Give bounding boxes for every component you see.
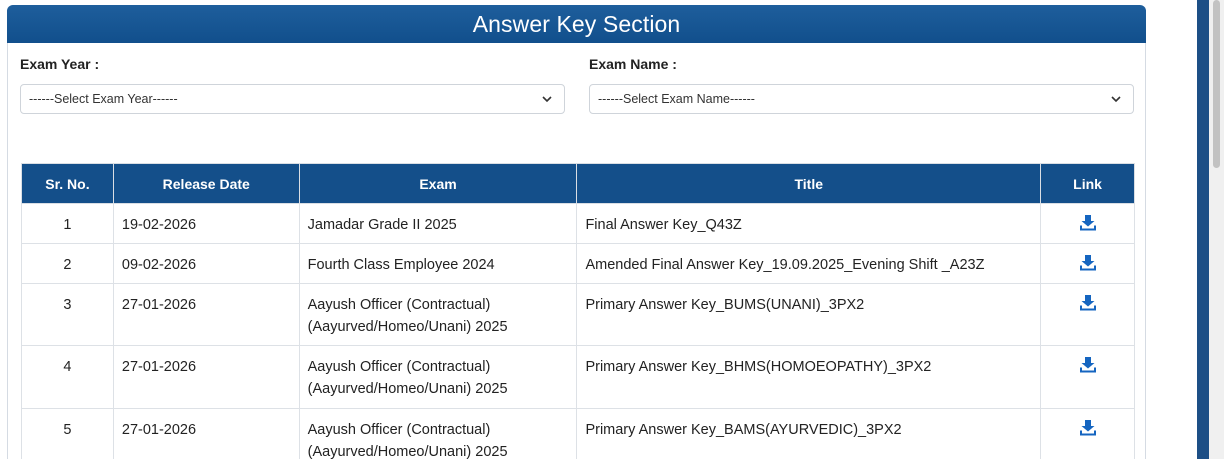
table-row: 2 09-02-2026 Fourth Class Employee 2024 …	[21, 243, 1135, 284]
chevron-down-icon	[542, 96, 552, 103]
column-header-sr-no: Sr. No.	[21, 163, 114, 204]
answer-key-panel: Answer Key Section Exam Year : Exam Name…	[7, 5, 1146, 459]
table-row: 1 19-02-2026 Jamadar Grade II 2025 Final…	[21, 203, 1135, 244]
cell-release-date: 09-02-2026	[112, 243, 300, 284]
cell-link	[1040, 283, 1135, 346]
cell-sr-no: 2	[21, 243, 114, 284]
cell-sr-no: 5	[21, 408, 114, 459]
column-header-exam: Exam	[298, 163, 578, 204]
cell-link	[1040, 203, 1135, 244]
cell-release-date: 19-02-2026	[112, 203, 300, 244]
page-side-strip	[1197, 0, 1209, 459]
download-icon[interactable]	[1079, 214, 1097, 231]
chevron-down-icon	[1111, 96, 1121, 103]
cell-exam: Fourth Class Employee 2024	[298, 243, 578, 284]
scrollbar-thumb[interactable]	[1213, 0, 1220, 168]
column-header-title: Title	[576, 163, 1042, 204]
cell-title: Amended Final Answer Key_19.09.2025_Even…	[576, 243, 1042, 284]
download-icon[interactable]	[1079, 419, 1097, 436]
cell-release-date: 27-01-2026	[112, 283, 300, 346]
cell-title: Final Answer Key_Q43Z	[576, 203, 1042, 244]
download-icon[interactable]	[1079, 356, 1097, 373]
cell-exam: Aayush Officer (Contractual) (Aayurved/H…	[298, 408, 578, 459]
download-icon[interactable]	[1079, 294, 1097, 311]
exam-name-select-value: ------Select Exam Name------	[598, 92, 755, 106]
cell-title: Primary Answer Key_BAMS(AYURVEDIC)_3PX2	[576, 408, 1042, 459]
table-row: 3 27-01-2026 Aayush Officer (Contractual…	[21, 283, 1135, 346]
cell-release-date: 27-01-2026	[112, 345, 300, 409]
cell-sr-no: 1	[21, 203, 114, 244]
exam-name-select[interactable]: ------Select Exam Name------	[589, 84, 1134, 114]
cell-exam: Jamadar Grade II 2025	[298, 203, 578, 244]
table-header-row: Sr. No. Release Date Exam Title Link	[21, 163, 1135, 204]
cell-exam: Aayush Officer (Contractual) (Aayurved/H…	[298, 345, 578, 409]
table-row: 5 27-01-2026 Aayush Officer (Contractual…	[21, 408, 1135, 459]
column-header-link: Link	[1040, 163, 1135, 204]
answer-key-table: Sr. No. Release Date Exam Title Link 1 1…	[21, 163, 1135, 459]
exam-name-label: Exam Name :	[589, 56, 677, 72]
cell-link	[1040, 243, 1135, 284]
cell-sr-no: 3	[21, 283, 114, 346]
exam-year-select[interactable]: ------Select Exam Year------	[20, 84, 565, 114]
download-icon[interactable]	[1079, 254, 1097, 271]
cell-title: Primary Answer Key_BUMS(UNANI)_3PX2	[576, 283, 1042, 346]
exam-year-select-value: ------Select Exam Year------	[29, 92, 178, 106]
cell-title: Primary Answer Key_BHMS(HOMOEOPATHY)_3PX…	[576, 345, 1042, 409]
cell-exam: Aayush Officer (Contractual) (Aayurved/H…	[298, 283, 578, 346]
panel-title: Answer Key Section	[7, 5, 1146, 43]
column-header-release-date: Release Date	[112, 163, 300, 204]
cell-release-date: 27-01-2026	[112, 408, 300, 459]
page: Answer Key Section Exam Year : Exam Name…	[0, 0, 1224, 459]
cell-sr-no: 4	[21, 345, 114, 409]
cell-link	[1040, 345, 1135, 409]
exam-year-label: Exam Year :	[20, 56, 100, 72]
cell-link	[1040, 408, 1135, 459]
table-row: 4 27-01-2026 Aayush Officer (Contractual…	[21, 345, 1135, 409]
